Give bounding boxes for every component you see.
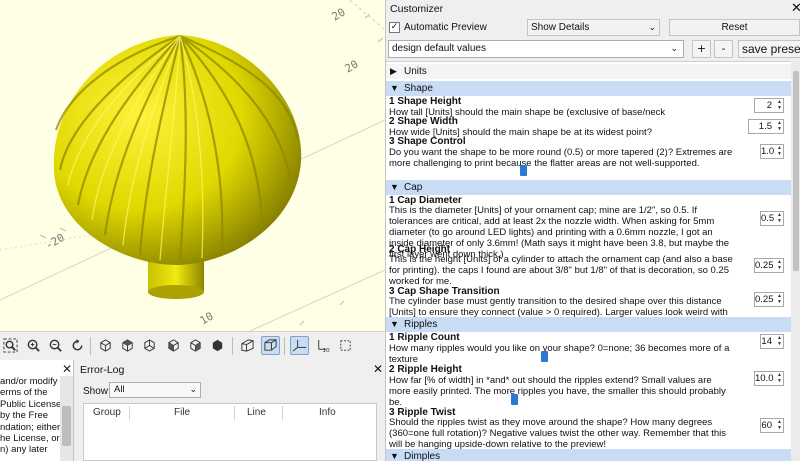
view-top-icon[interactable] — [118, 336, 137, 355]
show-edges-icon[interactable] — [336, 336, 355, 355]
param-title: 1 Ripple Count — [389, 332, 460, 343]
param-description: Do you want the shape to be more round (… — [389, 147, 733, 169]
preset-select[interactable]: design default values ⌄ — [388, 40, 684, 58]
group-header-ripples[interactable]: ▼ Ripples — [386, 317, 791, 332]
spin-arrows-icon: ▲ ▼ — [777, 212, 782, 224]
show-scale-icon[interactable]: 10 — [313, 336, 332, 355]
chevron-down-icon: ⌄ — [189, 384, 197, 394]
caret-down-icon: ▼ — [390, 83, 399, 93]
spin-arrows-icon: ▲ ▼ — [777, 259, 782, 271]
param-description: How many ripples would you like on your … — [389, 343, 730, 365]
show-axes-icon[interactable] — [290, 336, 309, 355]
group-header-dimples[interactable]: ▼ Dimples — [386, 449, 791, 461]
param-spinbox[interactable]: 1.0 ▲ ▼ — [760, 144, 784, 159]
remove-preset-button[interactable]: - — [714, 40, 733, 58]
view-bottom-icon[interactable] — [140, 336, 159, 355]
svg-text:10: 10 — [323, 348, 331, 353]
chevron-down-icon: ⌄ — [648, 22, 656, 32]
automatic-preview-checkbox[interactable]: ✓ — [389, 22, 400, 33]
spin-arrows-icon: ▲ ▼ — [777, 419, 782, 431]
param-spinbox[interactable]: 0.25 ▲ ▼ — [754, 258, 784, 273]
param-description: This is the height [Units] of a cylinder… — [389, 254, 733, 287]
view-back-icon[interactable] — [208, 336, 227, 355]
column-header-group[interactable]: Group — [93, 407, 121, 418]
reset-view-icon[interactable] — [68, 336, 87, 355]
axis-line-y — [249, 269, 385, 331]
param-title: 1 Shape Height — [389, 96, 462, 107]
param-title: 2 Ripple Height — [389, 364, 462, 375]
show-filter-select[interactable]: All ⌄ — [109, 382, 201, 398]
view-toolbar: 10 — [0, 331, 385, 360]
spin-arrows-icon: ▲ ▼ — [777, 335, 782, 347]
add-preset-button[interactable]: + — [692, 40, 711, 58]
column-header-info[interactable]: Info — [319, 407, 336, 418]
param-title: 2 Shape Width — [389, 116, 458, 127]
param-spinbox[interactable]: 10.0 ▲ ▼ — [754, 371, 784, 386]
param-description: Should the ripples twist as they move ar… — [389, 417, 726, 450]
param-spinbox[interactable]: 0.25 ▲ ▼ — [754, 292, 784, 307]
param-spinbox[interactable]: 1.5 ▲ ▼ — [748, 119, 784, 134]
param-spinbox[interactable]: 0.5 ▲ ▼ — [760, 211, 784, 226]
spin-arrows-icon: ▲ ▼ — [777, 120, 782, 132]
caret-down-icon: ▼ — [390, 182, 399, 192]
spin-arrows-icon: ▲ ▼ — [777, 293, 782, 305]
param-description: How far [% of width] in *and* out should… — [389, 375, 726, 408]
spin-arrows-icon: ▲ ▼ — [777, 372, 782, 384]
caret-down-icon: ▼ — [390, 319, 399, 329]
column-header-file[interactable]: File — [174, 407, 190, 418]
group-header-cap[interactable]: ▼ Cap — [386, 180, 791, 195]
console-scrollbar[interactable] — [60, 376, 73, 461]
ripple-count-slider[interactable] — [541, 351, 548, 362]
view-left-icon[interactable] — [164, 336, 183, 355]
group-header-shape[interactable]: ▼ Shape — [386, 81, 791, 96]
zoom-out-icon[interactable] — [46, 336, 65, 355]
param-spinbox[interactable]: 60 ▲ ▼ — [760, 418, 784, 433]
error-log-panel: Error-Log ✕ Show All ⌄ Group File Line In… — [75, 360, 385, 461]
caret-right-icon: ▶ — [390, 66, 397, 76]
shape-control-slider[interactable] — [520, 165, 527, 176]
customizer-panel: Customizer ✕ ✓ Automatic Preview Show De… — [385, 0, 800, 461]
automatic-preview-label: Automatic Preview — [404, 22, 487, 33]
error-log-title: Error-Log — [80, 364, 125, 376]
show-filter-label: Show — [83, 386, 109, 397]
param-spinbox[interactable]: 14 ▲ ▼ — [760, 334, 784, 349]
console-close-icon[interactable]: ✕ — [62, 362, 72, 376]
ripple-height-slider[interactable] — [511, 394, 518, 405]
details-select[interactable]: Show Details ⌄ — [527, 19, 660, 36]
column-header-line[interactable]: Line — [247, 407, 266, 418]
axis-line-z — [349, 0, 385, 31]
customizer-close-icon[interactable]: ✕ — [791, 1, 800, 16]
error-log-table[interactable]: Group File Line Info — [83, 403, 377, 461]
model-render — [0, 0, 385, 331]
3d-viewport[interactable]: 20 20 -20 10 — [0, 0, 385, 331]
error-log-close-icon[interactable]: ✕ — [373, 362, 383, 376]
parameter-scrollbar[interactable] — [791, 61, 800, 461]
customizer-title: Customizer — [390, 3, 444, 15]
zoom-in-icon[interactable] — [24, 336, 43, 355]
spin-arrows-icon: ▲ ▼ — [777, 99, 782, 111]
zoom-all-icon[interactable] — [1, 336, 20, 355]
view-front-icon[interactable] — [186, 336, 205, 355]
caret-down-icon: ▼ — [390, 451, 399, 461]
chevron-down-icon: ⌄ — [670, 43, 678, 53]
param-spinbox[interactable]: 2 ▲ ▼ — [754, 98, 784, 113]
group-header-units[interactable]: ▶ Units — [386, 64, 791, 79]
parameter-list: ▶ Units ▼ Shape 1 Shape Height How tall [U… — [386, 61, 791, 461]
param-title: 3 Shape Control — [389, 136, 466, 147]
console-text: and/or modify erms of the Public License by… — [0, 376, 60, 456]
perspective-icon[interactable] — [238, 336, 257, 355]
view-right-icon[interactable] — [96, 336, 115, 355]
spin-arrows-icon: ▲ ▼ — [777, 145, 782, 157]
save-preset-button[interactable]: save preset — [738, 40, 800, 58]
orthogonal-icon[interactable] — [261, 336, 280, 355]
reset-button[interactable]: Reset — [669, 19, 800, 36]
